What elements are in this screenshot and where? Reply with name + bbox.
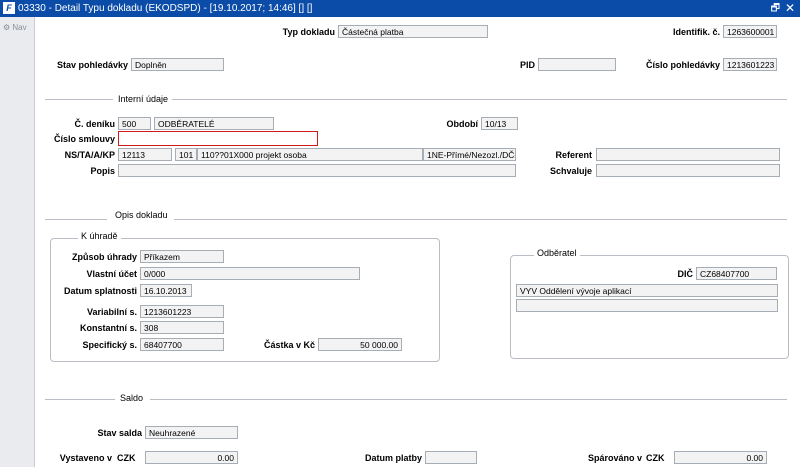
specificky-s-label: Specifický s. [82,340,137,350]
close-window-icon[interactable]: ✕ [785,1,795,15]
interni-section-title: Interní údaje [118,94,169,104]
konstantni-s-label: Konstantní s. [79,323,137,333]
sparovano-currency: CZK [646,453,665,463]
popis-field[interactable] [118,164,516,177]
nav-button[interactable]: ⚙ Nav [3,23,27,32]
odberatel-name-field[interactable]: VYV Oddělení vývoje aplikací [516,284,778,297]
pid-label: PID [519,60,535,70]
c-deniku-code-field[interactable]: 500 [118,117,151,130]
konstantni-s-field[interactable]: 308 [140,321,224,334]
sparovano-field[interactable]: 0.00 [674,451,767,464]
schvaluje-label: Schvaluje [549,166,592,176]
identifik-label: Identifik. č. [672,27,720,37]
window-title: 03330 - Detail Typu dokladu (EKODSPD) - … [18,3,313,14]
window-title-bar: F 03330 - Detail Typu dokladu (EKODSPD) … [0,0,800,17]
odberatel-extra-field[interactable] [516,299,778,312]
opis-divider-right [174,219,787,220]
identifik-field[interactable]: 1263600001 [723,25,777,38]
cislo-pohledavky-label: Číslo pohledávky [645,60,720,70]
referent-label: Referent [555,150,592,160]
kp-field[interactable]: 1NE-Přímé/Nezozl./DČ-E [423,148,516,161]
typ-dokladu-label: Typ dokladu [282,27,335,37]
zpusob-uhrady-label: Způsob úhrady [72,252,137,262]
nav-gear-icon: ⚙ [3,23,11,32]
vlastni-ucet-field[interactable]: 0/000 [140,267,360,280]
interni-divider-left [45,99,113,100]
schvaluje-field[interactable] [596,164,780,177]
nav-label: Nav [12,23,27,32]
ns-field[interactable]: 12113 [118,148,172,161]
castka-label: Částka v Kč [263,340,315,350]
castka-field[interactable]: 50 000.00 [318,338,402,351]
variabilni-s-field[interactable]: 1213601223 [140,305,224,318]
datum-splatnosti-field[interactable]: 16.10.2013 [140,284,192,297]
cislo-pohledavky-field[interactable]: 1213601223 [723,58,777,71]
ta-field[interactable]: 101 [175,148,197,161]
stav-salda-label: Stav salda [97,428,142,438]
obdobi-label: Období [446,119,479,129]
vlastni-ucet-label: Vlastní účet [86,269,137,279]
pid-field[interactable] [538,58,616,71]
saldo-section-title: Saldo [120,393,144,403]
opis-divider-left [45,219,107,220]
datum-platby-label: Datum platby [364,453,422,463]
specificky-s-field[interactable]: 68407700 [140,338,224,351]
stav-pohledavky-label: Stav pohledávky [56,60,128,70]
cislo-smlouvy-field[interactable] [118,131,318,146]
saldo-divider-left [45,399,115,400]
variabilni-s-label: Variabilní s. [86,307,137,317]
vystaveno-currency: CZK [117,453,136,463]
obdobi-field[interactable]: 10/13 [481,117,518,130]
typ-dokladu-field[interactable]: Částečná platba [338,25,488,38]
opis-section-title: Opis dokladu [115,210,168,220]
vystaveno-field[interactable]: 0.00 [145,451,238,464]
stav-salda-field[interactable]: Neuhrazené [145,426,238,439]
referent-field[interactable] [596,148,780,161]
sparovano-label: Spárováno v [587,453,642,463]
ns-ta-a-kp-label: NS/TA/A/KP [64,150,115,160]
cislo-smlouvy-label: Číslo smlouvy [53,134,115,144]
app-logo-icon: F [3,2,15,14]
popis-label: Popis [90,166,115,176]
c-deniku-name-field[interactable]: ODBĚRATELÉ [154,117,274,130]
zpusob-uhrady-field[interactable]: Příkazem [140,250,224,263]
left-nav-panel: ⚙ Nav [0,17,35,467]
dic-label: DIČ [677,269,694,279]
k-uhrade-group-title: K úhradě [78,231,121,241]
interni-divider-right [172,99,787,100]
c-deniku-label: Č. deníku [74,119,115,129]
datum-splatnosti-label: Datum splatnosti [63,286,137,296]
saldo-divider-right [150,399,787,400]
datum-platby-field[interactable] [425,451,477,464]
odberatel-group-title: Odběratel [534,248,580,258]
dic-field[interactable]: CZ68407700 [696,267,777,280]
restore-window-icon[interactable]: 🗗 [771,2,780,15]
vystaveno-label: Vystaveno v [59,453,112,463]
a-field[interactable]: 110??01X000 projekt osoba [197,148,423,161]
stav-pohledavky-field[interactable]: Doplněn [131,58,224,71]
